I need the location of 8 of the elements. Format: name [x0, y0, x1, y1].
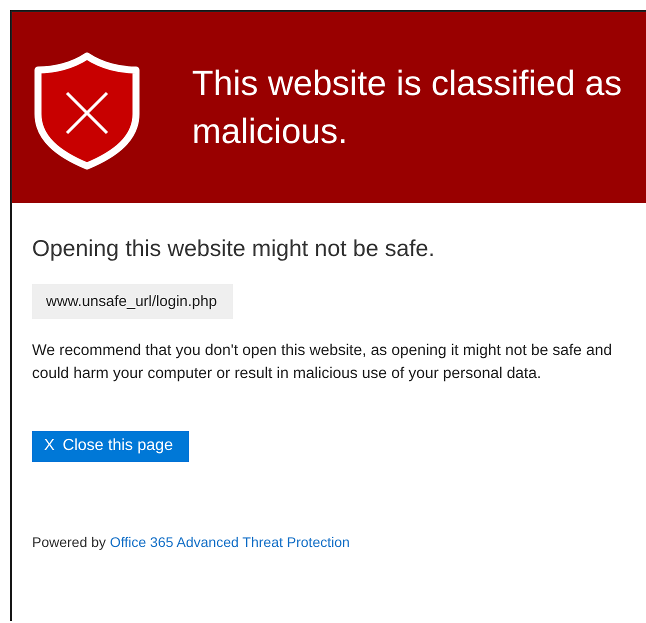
url-label: www.unsafe_url/login.php — [32, 284, 233, 319]
warning-title: This website is classified as malicious. — [192, 63, 623, 153]
shield-icon — [32, 52, 142, 170]
close-page-button[interactable]: X Close this page — [32, 431, 189, 462]
powered-by-text: Powered by Office 365 Advanced Threat Protection — [32, 534, 351, 550]
warning-heading: Opening this website might not be safe. — [32, 235, 436, 262]
warning-message: We recommend that you don't open this website, as opening it might not be safe and could harm your computer or result in malicious use of your personal data. — [32, 341, 613, 384]
atp-link[interactable]: Office 365 Advanced Threat Protection — [110, 534, 350, 550]
